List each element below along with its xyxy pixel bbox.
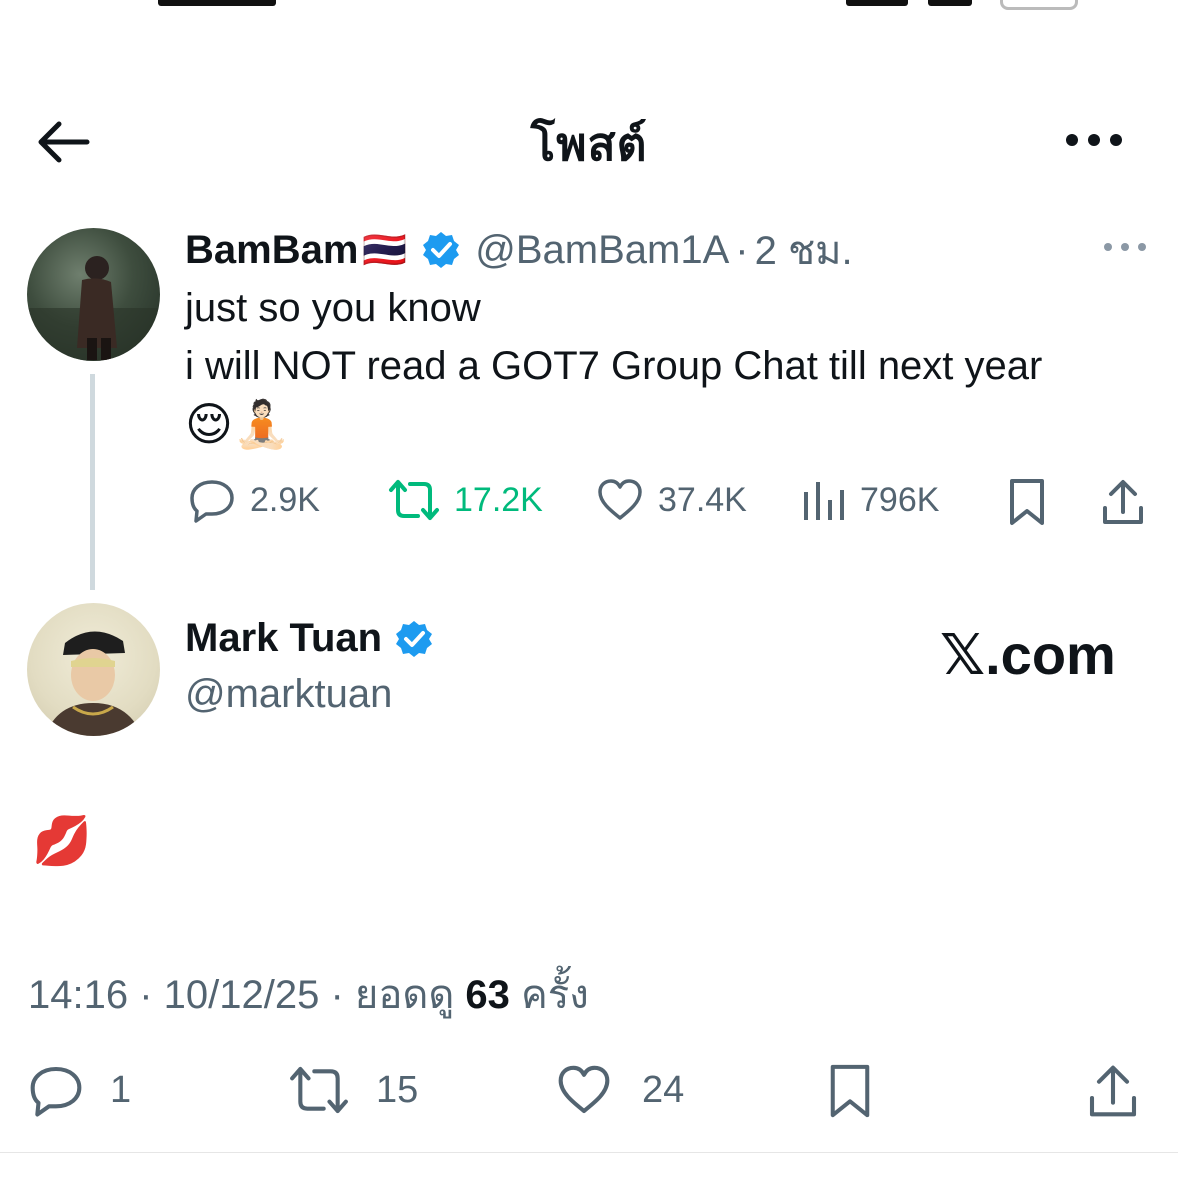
repost-icon [290,1066,348,1114]
quoted-time[interactable]: 2 ชม. [755,218,853,282]
quoted-repost-count: 17.2K [454,480,543,519]
mark-tuan-avatar[interactable] [27,603,160,736]
main-share-button[interactable] [1084,1060,1142,1122]
quoted-bookmark-button[interactable] [1004,476,1050,528]
view-suffix: ครั้ง [509,973,589,1017]
verified-badge-icon [423,232,460,268]
status-bar-battery-outline [1000,0,1078,10]
quoted-share-button[interactable] [1098,476,1148,528]
bookmark-icon [1010,479,1044,525]
repost-icon [389,480,439,520]
bambam-photo-figure [27,256,160,361]
share-icon [1089,1065,1137,1117]
main-reply-count: 1 [110,1068,132,1111]
quoted-display-name[interactable]: BamBam [185,228,358,273]
bookmark-icon [830,1064,870,1118]
main-handle[interactable]: @marktuan [185,672,392,717]
quoted-reply-count: 2.9K [250,480,320,519]
reply-icon [30,1066,82,1117]
page-title: โพสต์ [530,118,648,170]
main-tweet-meta: 14:16 · 10/12/25 · ยอดดู 63 ครั้ง [28,962,589,1026]
quoted-views-button[interactable]: 796K [802,476,939,524]
quoted-text-line-2: i will NOT read a GOT7 Group Chat till n… [185,344,1043,388]
main-display-name[interactable]: Mark Tuan [185,616,382,661]
reply-icon [190,480,234,523]
heart-icon [598,479,642,520]
quoted-view-count: 796K [860,480,940,519]
quoted-separator: · [735,227,749,272]
more-options-button[interactable] [1062,118,1126,162]
more-dots-icon [1104,243,1146,251]
quoted-text-line-1: just so you know [185,286,481,330]
main-repost-count: 15 [376,1068,419,1111]
main-reply-button[interactable]: 1 [28,1062,131,1118]
analytics-icon [804,482,844,520]
main-tweet-header: Mark Tuan [185,616,434,661]
thailand-flag-icon: 🇹🇭 [362,229,408,270]
status-bar-time-fragment [158,0,276,6]
main-tweet-text: 💋 [32,815,92,868]
share-icon [1103,480,1143,524]
heart-icon [558,1065,610,1114]
mark-tuan-photo-figure [45,631,142,736]
quoted-tweet-text: just so you know i will NOT read a GOT7 … [185,279,1165,453]
thread-connector-line [90,374,95,590]
main-like-button[interactable]: 24 [556,1062,684,1118]
bambam-avatar[interactable] [27,228,160,361]
quoted-emojis: 😌🧘🏻 [185,398,291,450]
main-like-count: 24 [642,1068,685,1111]
bottom-divider [0,1152,1178,1153]
quoted-like-count: 37.4K [658,480,747,519]
x-com-source-badge: 𝕏.com [940,623,1116,686]
quoted-reply-button[interactable]: 2.9K [188,476,320,524]
verified-badge-icon [396,620,433,657]
main-repost-button[interactable]: 15 [288,1062,418,1118]
main-bookmark-button[interactable] [824,1060,876,1122]
quoted-repost-button[interactable]: 17.2K [388,476,543,524]
view-count: 63 [465,973,510,1017]
quoted-like-button[interactable]: 37.4K [596,476,747,524]
status-bar-signal-fragment [846,0,908,6]
timestamp-text[interactable]: 14:16 · 10/12/25 · ยอดดู [28,973,465,1017]
status-bar-battery-fragment [928,0,972,6]
more-dots-icon [1066,134,1122,146]
quoted-more-button[interactable] [1098,232,1152,262]
quoted-tweet-header: BamBam 🇹🇭 @BamBam1A · 2 ชม. [185,222,1175,278]
quoted-handle[interactable]: @BamBam1A [475,228,729,273]
